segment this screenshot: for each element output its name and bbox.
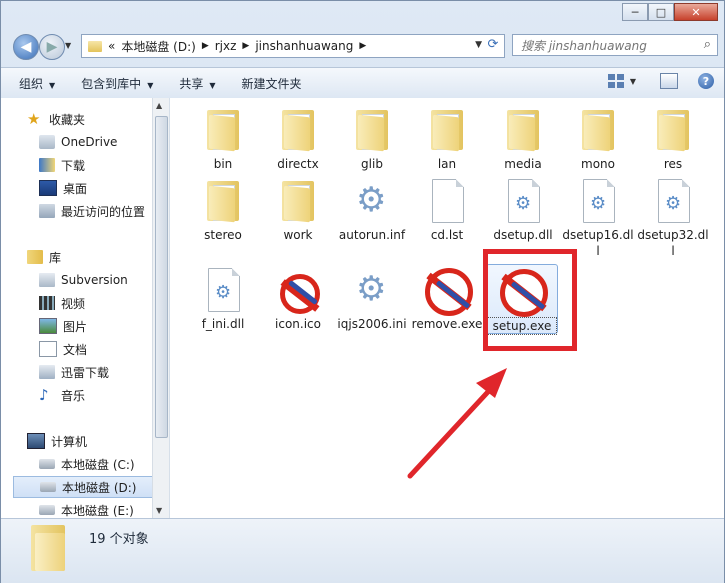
drive-icon [40,482,56,492]
scrollbar-thumb[interactable] [155,116,168,438]
desktop-icon [39,180,57,196]
sidebar-item-recent[interactable]: 最近访问的位置 [39,200,169,222]
sidebar-item-label: 计算机 [51,434,88,449]
refresh-icon[interactable]: ⟳ [484,37,502,53]
sidebar-item-documents[interactable]: 文档 [39,338,169,360]
recent-places-icon [39,204,55,218]
annotation-arrow [407,368,507,479]
toolbar-right: ▼ ? [607,73,714,89]
back-arrow-icon: ◀ [20,39,32,55]
organize-button[interactable]: 组织 ▼ [19,75,55,92]
address-bar[interactable]: « 本地磁盘 (D:) ▶ rjxz ▶ jinshanhuawang ▶ ▼ … [81,34,505,58]
video-icon [39,296,55,310]
close-button[interactable]: ✕ [674,3,718,21]
sidebar-item-libraries[interactable]: 库 [27,246,169,268]
folder-icon [88,40,102,52]
drive-icon [39,459,55,469]
share-button[interactable]: 共享 ▼ [179,75,215,92]
sidebar-item-music[interactable]: ♪ 音乐 [39,384,169,406]
star-icon: ★ [27,110,41,128]
breadcrumb-drive-d[interactable]: 本地磁盘 (D:) [121,38,195,55]
recent-pages-dropdown[interactable]: ▼ [65,41,71,50]
breadcrumb-rjxz[interactable]: rjxz [215,39,237,53]
sidebar-item-desktop[interactable]: 桌面 [39,177,169,199]
breadcrumb-separator-icon[interactable]: ▶ [242,41,249,51]
search-input[interactable] [519,36,693,56]
download-folder-icon [39,158,55,172]
new-folder-button[interactable]: 新建文件夹 [242,75,302,92]
music-icon: ♪ [39,386,49,404]
sidebar-item-label: Subversion [61,273,128,287]
command-bar: 组织 ▼ 包含到库中 ▼ 共享 ▼ 新建文件夹 ▼ ? [1,67,724,99]
sidebar-item-label: 库 [49,250,62,265]
sidebar-item-videos[interactable]: 视频 [39,292,169,314]
chevron-down-icon: ▼ [209,80,216,90]
file-list: bin directx glib lan media mono res ster… [170,98,724,518]
sidebar-item-label: 本地磁盘 (C:) [61,457,135,472]
address-dropdown-icon[interactable]: ▼ [475,40,482,50]
search-icon[interactable]: ⌕ [704,37,711,52]
documents-icon [39,341,57,357]
navigation-row: ◀ ▶ ▼ « 本地磁盘 (D:) ▶ rjxz ▶ jinshanhuawan… [9,31,718,61]
sidebar-item-thunder[interactable]: 迅雷下载 [39,361,169,383]
library-icon [27,250,43,264]
share-label: 共享 [179,76,204,91]
maximize-button[interactable]: □ [648,3,674,21]
pictures-icon [39,318,57,334]
scroll-down-icon[interactable]: ▼ [156,506,162,515]
sidebar-item-label: 下载 [61,158,86,173]
sidebar-item-label: 图片 [63,319,88,334]
caption-buttons: ─ □ ✕ [622,3,718,21]
sidebar-item-computer[interactable]: 计算机 [27,430,169,452]
view-options-dropdown-icon[interactable]: ▼ [630,77,636,86]
scroll-up-icon[interactable]: ▲ [156,101,162,110]
forward-button[interactable]: ▶ [39,34,65,60]
sidebar-item-label: 最近访问的位置 [61,204,146,219]
search-box[interactable]: ⌕ [512,34,718,56]
sidebar-item-pictures[interactable]: 图片 [39,315,169,337]
sidebar-item-onedrive[interactable]: OneDrive [39,131,169,153]
breadcrumb-separator-icon[interactable]: ▶ [202,41,209,51]
details-pane: 19 个对象 [1,518,724,583]
forward-arrow-icon: ▶ [46,39,58,55]
sidebar-item-label: 收藏夹 [49,112,86,127]
organize-label: 组织 [19,76,44,91]
change-view-icon[interactable] [607,74,624,88]
breadcrumb-separator-icon[interactable]: ▶ [359,41,366,51]
include-library-button[interactable]: 包含到库中 ▼ [81,75,153,92]
computer-icon [27,433,45,449]
sidebar-item-label: 音乐 [61,388,86,403]
sidebar-item-drive-c[interactable]: 本地磁盘 (C:) [39,453,169,475]
folder-icon [31,525,65,571]
onedrive-icon [39,135,55,149]
sidebar-scrollbar[interactable]: ▲ ▼ [152,98,169,518]
help-icon[interactable]: ? [698,73,714,89]
chevron-down-icon: ▼ [147,80,154,90]
sidebar-item-label: 文档 [63,342,88,357]
sidebar-item-label: 迅雷下载 [61,365,110,380]
include-library-label: 包含到库中 [81,76,142,91]
sidebar-item-favorites[interactable]: ★ 收藏夹 [27,108,169,130]
navigation-pane: ★ 收藏夹 OneDrive 下载 桌面 最近访问的位置 库 Subversio… [1,98,170,518]
chevron-down-icon: ▼ [49,80,56,90]
sidebar-item-subversion[interactable]: Subversion [39,269,169,291]
sidebar-item-downloads[interactable]: 下载 [39,154,169,176]
breadcrumb-jinshanhuawang[interactable]: jinshanhuawang [255,39,353,53]
explorer-window: ─ □ ✕ ◀ ▶ ▼ « 本地磁盘 (D:) ▶ rjxz ▶ jinshan… [0,0,725,583]
sidebar-item-label: 视频 [61,296,86,311]
sidebar-item-label: 本地磁盘 (E:) [61,503,134,518]
preview-pane-icon[interactable] [660,73,678,89]
sidebar-item-label: OneDrive [61,135,118,149]
item-count: 19 个对象 [89,532,149,547]
subversion-icon [39,273,55,287]
sidebar-item-drive-e[interactable]: 本地磁盘 (E:) [39,499,169,518]
back-button[interactable]: ◀ [13,34,39,60]
sidebar-item-label: 本地磁盘 (D:) [62,480,137,495]
minimize-button[interactable]: ─ [622,3,648,21]
sidebar-item-drive-d[interactable]: 本地磁盘 (D:) [13,476,153,498]
thunder-download-icon [39,365,55,379]
sidebar-item-label: 桌面 [63,181,88,196]
drive-icon [39,505,55,515]
breadcrumb-overflow[interactable]: « [108,39,115,53]
